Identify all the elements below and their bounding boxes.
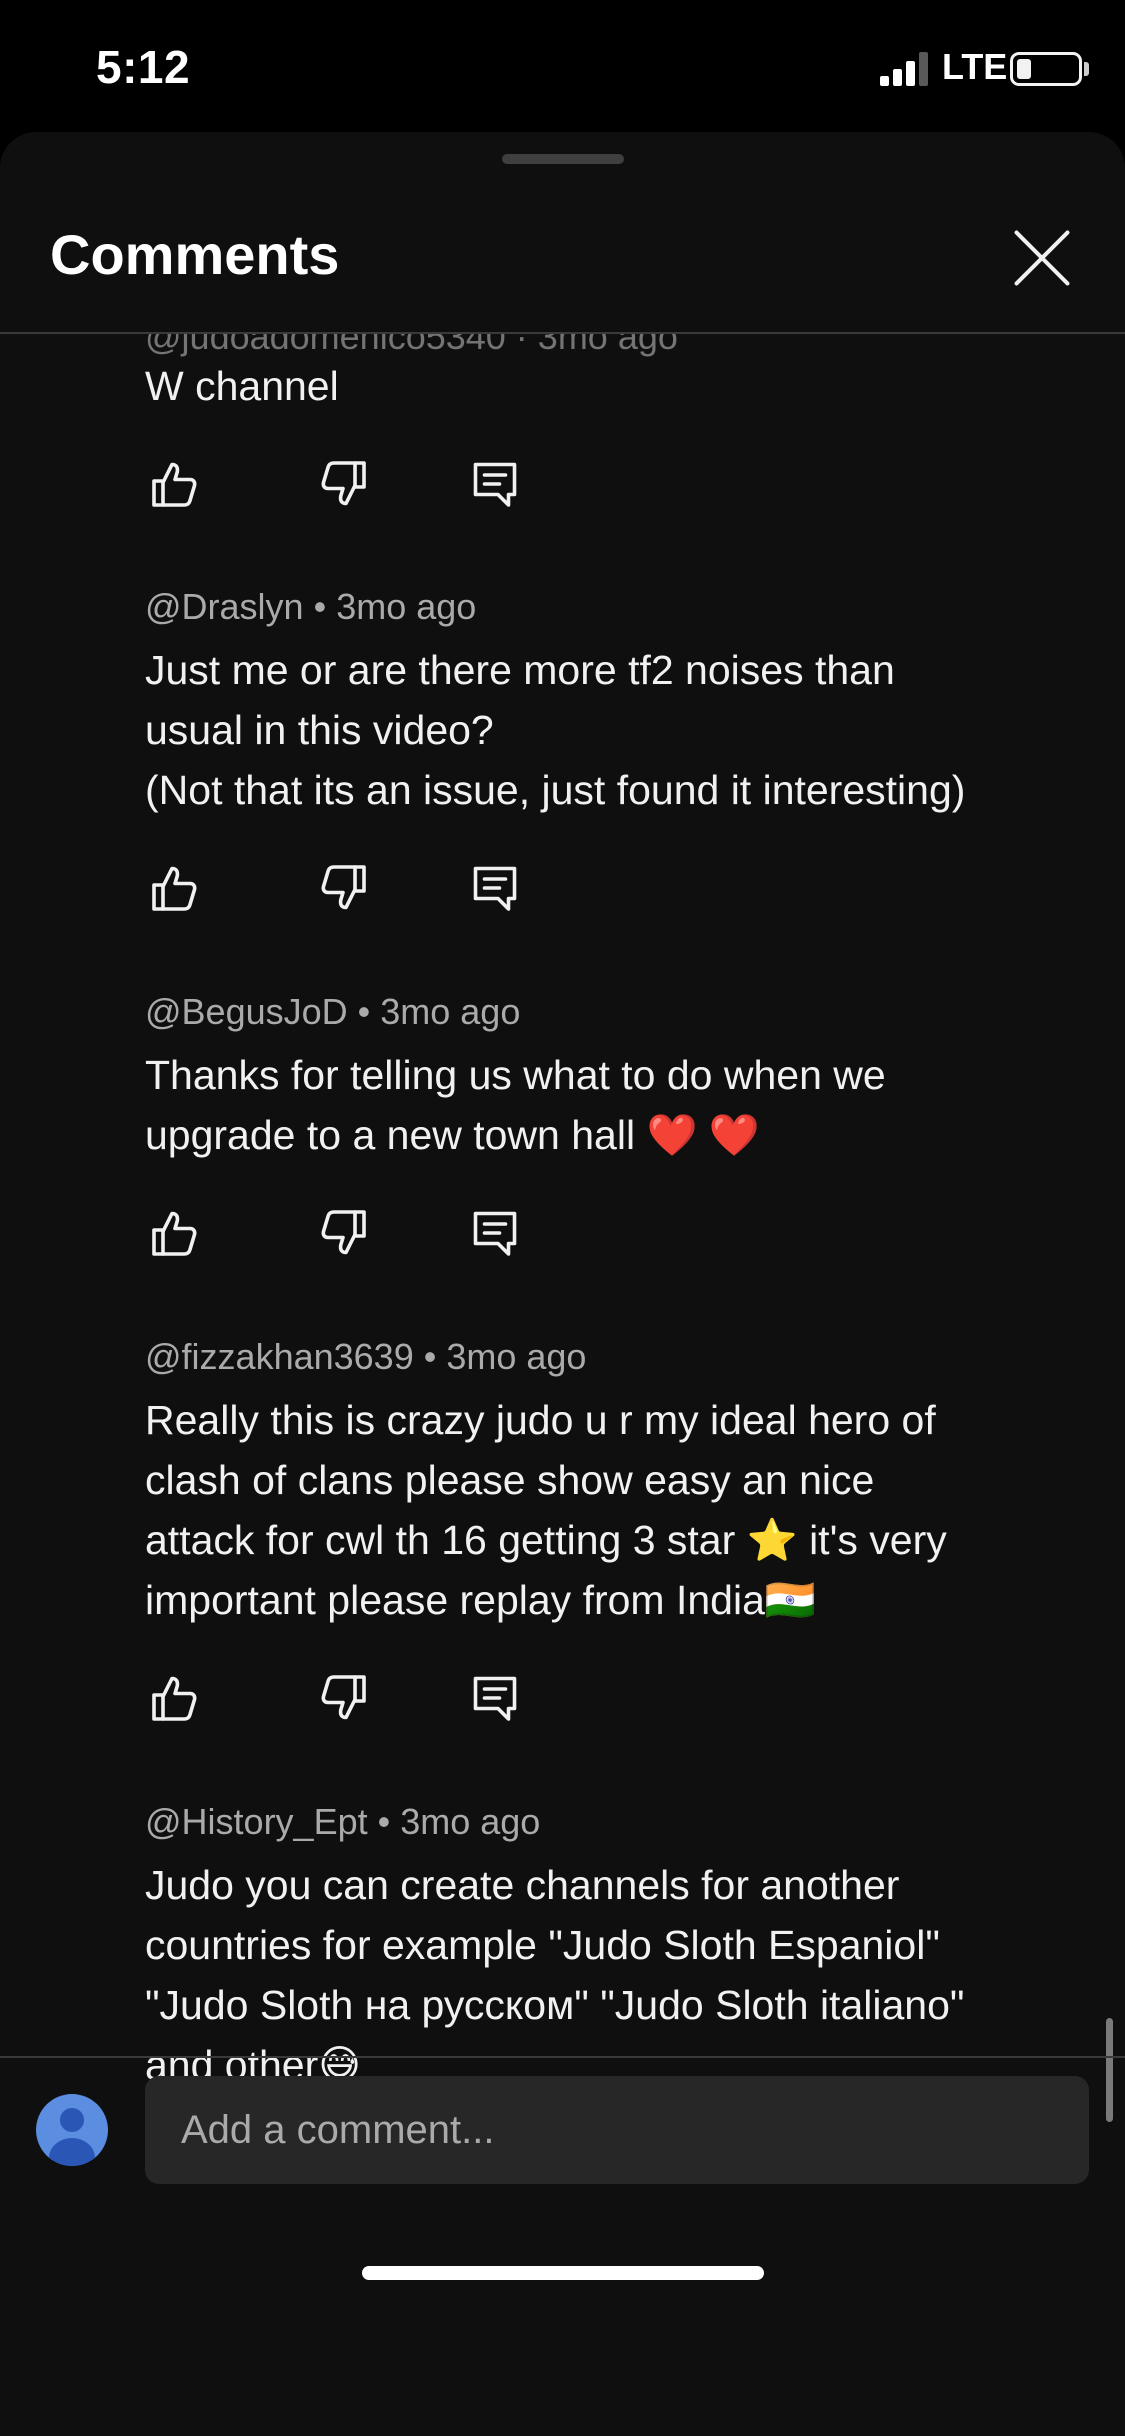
comment-text: Just me or are there more tf2 noises tha… (145, 647, 966, 813)
avatar-head (60, 2108, 84, 2132)
dislike-button[interactable] (313, 1668, 373, 1728)
reply-icon (465, 866, 525, 922)
thumbs-down-icon (313, 1675, 373, 1732)
comment-meta: @fizzakhan3639 • 3mo ago (145, 1336, 587, 1377)
thumbs-down-icon (313, 865, 373, 922)
comment-item: @Draslyn • 3mo ago Just me or are there … (145, 584, 1085, 820)
reply-button[interactable] (465, 454, 525, 514)
dislike-button[interactable] (313, 454, 373, 514)
comment-item: @fizzakhan3639 • 3mo ago Really this is … (145, 1334, 1085, 1630)
battery-icon (1010, 52, 1082, 86)
add-comment-input[interactable] (145, 2076, 1089, 2184)
thumbs-down-icon (313, 1210, 373, 1267)
comment-meta: @History_Ept • 3mo ago (145, 1801, 541, 1842)
thumbs-up-icon (145, 1676, 205, 1732)
thumbs-up-icon (145, 462, 205, 518)
home-indicator[interactable] (362, 2266, 764, 2280)
reply-icon (465, 1211, 525, 1267)
comment-time: 3mo ago (400, 1801, 541, 1842)
comment-time: 3mo ago (380, 991, 521, 1032)
like-button[interactable] (145, 858, 205, 918)
reply-button[interactable] (465, 1668, 525, 1728)
comment-text: Judo you can create channels for another… (145, 1862, 965, 2088)
reply-button[interactable] (465, 858, 525, 918)
signal-strength-icon (880, 52, 928, 86)
comment-text: W channel (145, 363, 339, 409)
comment-actions (145, 1668, 545, 1728)
avatar-body (49, 2138, 95, 2166)
like-button[interactable] (145, 1668, 205, 1728)
comment-meta: @judoadomenico5340 · 3mo ago (145, 334, 678, 357)
comment-author[interactable]: @fizzakhan3639 (145, 1336, 414, 1377)
reply-icon (465, 1676, 525, 1732)
reply-icon (465, 462, 525, 518)
comment-author[interactable]: @History_Ept (145, 1801, 368, 1842)
comments-list[interactable]: @judoadomenico5340 · 3mo ago W channel @… (0, 334, 1125, 2188)
composer-divider (0, 2056, 1125, 2058)
comment-time: 3mo ago (446, 1336, 587, 1377)
thumbs-up-icon (145, 866, 205, 922)
thumbs-down-icon (313, 461, 373, 518)
battery-tip (1084, 62, 1089, 76)
comment-text: Thanks for telling us what to do when we… (145, 1052, 886, 1158)
avatar[interactable] (36, 2094, 108, 2166)
comment-author[interactable]: @Draslyn (145, 586, 304, 627)
comment-meta: @BegusJoD • 3mo ago (145, 991, 521, 1032)
drag-handle[interactable] (502, 154, 624, 164)
thumbs-up-icon (145, 1211, 205, 1267)
comment-author[interactable]: @BegusJoD (145, 991, 348, 1032)
network-type: LTE (942, 46, 1008, 87)
comment-actions (145, 858, 545, 918)
comment-meta: @Draslyn • 3mo ago (145, 586, 477, 627)
comment-item: @History_Ept • 3mo ago Judo you can crea… (145, 1799, 1085, 2095)
like-button[interactable] (145, 454, 205, 514)
comment-actions (145, 454, 545, 514)
comment-item: W channel (145, 356, 1085, 416)
like-button[interactable] (145, 1203, 205, 1263)
comment-actions (145, 1203, 545, 1263)
dislike-button[interactable] (313, 858, 373, 918)
dislike-button[interactable] (313, 1203, 373, 1263)
close-button[interactable] (1010, 226, 1074, 290)
comment-item: @BegusJoD • 3mo ago Thanks for telling u… (145, 989, 1085, 1165)
scrollbar[interactable] (1106, 2018, 1113, 2122)
reply-button[interactable] (465, 1203, 525, 1263)
sheet-title: Comments (50, 223, 340, 286)
status-time: 5:12 (96, 41, 191, 93)
comment-time: 3mo ago (336, 586, 477, 627)
status-bar: 5:12 LTE (0, 0, 1125, 132)
comment-text: Really this is crazy judo u r my ideal h… (145, 1397, 947, 1623)
